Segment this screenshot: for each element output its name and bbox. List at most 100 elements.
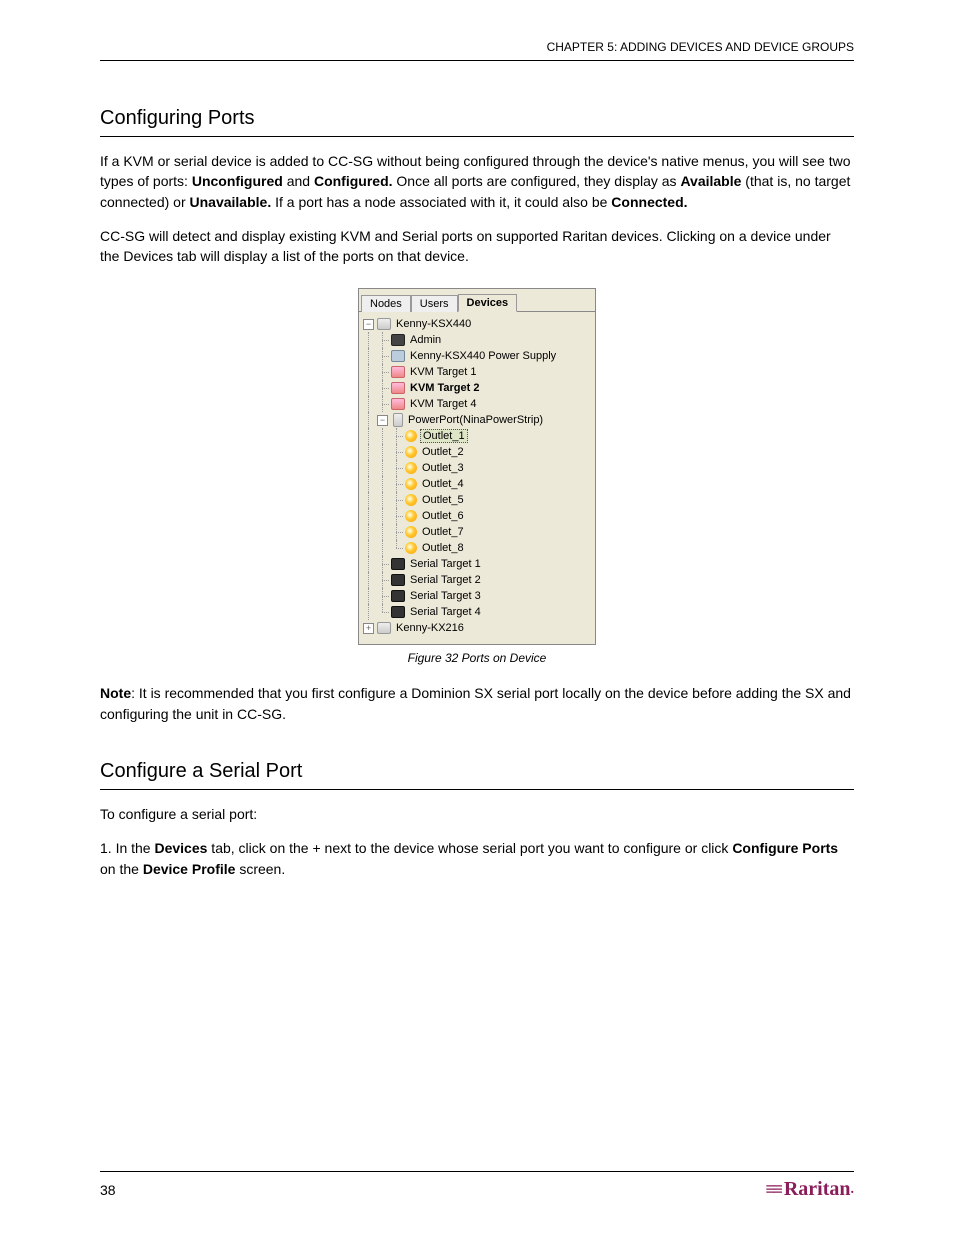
text-bold: Available bbox=[680, 173, 741, 189]
serial-icon bbox=[391, 590, 405, 602]
tree-label: KVM Target 4 bbox=[408, 398, 476, 410]
serial-icon bbox=[391, 558, 405, 570]
tab-bar: Nodes Users Devices bbox=[359, 289, 595, 312]
expand-icon[interactable]: + bbox=[363, 623, 374, 634]
device-tree: − Kenny-KSX440 Admin Kenny-KSX440 Power … bbox=[359, 312, 595, 644]
tree-label: Serial Target 4 bbox=[408, 606, 481, 618]
text-bold: Devices bbox=[154, 840, 207, 856]
outlet-icon bbox=[405, 446, 417, 458]
text: 1. In the bbox=[100, 840, 154, 856]
tree-item-outlet[interactable]: Outlet_5 bbox=[363, 492, 591, 508]
paragraph-3: Note: It is recommended that you first c… bbox=[100, 683, 854, 724]
logo-dot: . bbox=[851, 1182, 855, 1198]
text-bold: Device Profile bbox=[143, 861, 236, 877]
device-icon bbox=[377, 622, 391, 634]
text: screen. bbox=[235, 861, 285, 877]
kvm-icon bbox=[391, 398, 405, 410]
tree-item-power-supply[interactable]: Kenny-KSX440 Power Supply bbox=[363, 348, 591, 364]
tree-item-kvm-target[interactable]: KVM Target 2 bbox=[363, 380, 591, 396]
kvm-icon bbox=[391, 382, 405, 394]
tree-label: Kenny-KSX440 bbox=[394, 318, 471, 330]
tree-item-powerport[interactable]: − PowerPort(NinaPowerStrip) bbox=[363, 412, 591, 428]
text: Once all ports are configured, they disp… bbox=[393, 173, 681, 189]
power-supply-icon bbox=[391, 350, 405, 362]
outlet-icon bbox=[405, 478, 417, 490]
tree-label: Serial Target 1 bbox=[408, 558, 481, 570]
text: tab, click on the + next to the device w… bbox=[207, 840, 732, 856]
text: If a port has a node associated with it,… bbox=[271, 194, 611, 210]
tree-item-device[interactable]: − Kenny-KSX440 bbox=[363, 316, 591, 332]
intro-line: To configure a serial port: bbox=[100, 804, 854, 824]
tree-item-outlet[interactable]: Outlet_2 bbox=[363, 444, 591, 460]
text-bold: Configure Ports bbox=[732, 840, 838, 856]
tree-label: Kenny-KX216 bbox=[394, 622, 464, 634]
tree-item-serial-target[interactable]: Serial Target 3 bbox=[363, 588, 591, 604]
tree-label: Outlet_6 bbox=[420, 510, 464, 522]
tree-label: Serial Target 3 bbox=[408, 590, 481, 602]
tree-label-selected: Outlet_1 bbox=[420, 429, 468, 443]
section-title-configuring-ports: Configuring Ports bbox=[100, 107, 854, 130]
tree-label: Outlet_2 bbox=[420, 446, 464, 458]
tab-users[interactable]: Users bbox=[411, 295, 458, 312]
device-icon bbox=[377, 318, 391, 330]
tree-label: Serial Target 2 bbox=[408, 574, 481, 586]
tree-label: Kenny-KSX440 Power Supply bbox=[408, 350, 556, 362]
raritan-logo: ≡≡ Raritan. bbox=[765, 1178, 854, 1201]
tab-devices[interactable]: Devices bbox=[458, 294, 518, 312]
outlet-icon bbox=[405, 542, 417, 554]
tree-label: Outlet_3 bbox=[420, 462, 464, 474]
tree-item-admin[interactable]: Admin bbox=[363, 332, 591, 348]
serial-icon bbox=[391, 574, 405, 586]
page-number: 38 bbox=[100, 1182, 116, 1198]
section-rule bbox=[100, 789, 854, 790]
tree-label: KVM Target 1 bbox=[408, 366, 476, 378]
tree-item-device[interactable]: + Kenny-KX216 bbox=[363, 620, 591, 636]
tree-item-outlet[interactable]: Outlet_1 bbox=[363, 428, 591, 444]
kvm-icon bbox=[391, 366, 405, 378]
text: and bbox=[283, 173, 314, 189]
outlet-icon bbox=[405, 494, 417, 506]
tree-item-outlet[interactable]: Outlet_6 bbox=[363, 508, 591, 524]
text: : It is recommended that you first confi… bbox=[100, 685, 851, 721]
text: on the bbox=[100, 861, 143, 877]
tree-item-serial-target[interactable]: Serial Target 1 bbox=[363, 556, 591, 572]
tree-item-serial-target[interactable]: Serial Target 2 bbox=[363, 572, 591, 588]
tree-label: Outlet_7 bbox=[420, 526, 464, 538]
text-bold: Note bbox=[100, 685, 131, 701]
paragraph-1: If a KVM or serial device is added to CC… bbox=[100, 151, 854, 212]
paragraph-2: CC-SG will detect and display existing K… bbox=[100, 226, 854, 267]
collapse-icon[interactable]: − bbox=[363, 319, 374, 330]
tree-label: PowerPort(NinaPowerStrip) bbox=[406, 414, 543, 426]
text-bold: Unconfigured bbox=[192, 173, 283, 189]
tree-item-outlet[interactable]: Outlet_8 bbox=[363, 540, 591, 556]
header-rule bbox=[100, 60, 854, 61]
tree-label: KVM Target 2 bbox=[408, 382, 479, 394]
admin-icon bbox=[391, 334, 405, 346]
text-bold: Unavailable. bbox=[190, 194, 272, 210]
tree-label: Outlet_4 bbox=[420, 478, 464, 490]
tree-item-outlet[interactable]: Outlet_3 bbox=[363, 460, 591, 476]
collapse-icon[interactable]: − bbox=[377, 415, 388, 426]
figure-caption: Figure 32 Ports on Device bbox=[358, 651, 596, 665]
text-bold: Connected. bbox=[611, 194, 687, 210]
tree-label: Outlet_8 bbox=[420, 542, 464, 554]
logo-mark-icon: ≡≡ bbox=[765, 1179, 780, 1200]
page-footer: 38 ≡≡ Raritan. bbox=[100, 1163, 854, 1201]
footer-rule bbox=[100, 1171, 854, 1172]
section-title-configure-serial-port: Configure a Serial Port bbox=[100, 760, 854, 783]
tree-item-kvm-target[interactable]: KVM Target 4 bbox=[363, 396, 591, 412]
tree-item-kvm-target[interactable]: KVM Target 1 bbox=[363, 364, 591, 380]
tab-nodes[interactable]: Nodes bbox=[361, 295, 411, 312]
outlet-icon bbox=[405, 526, 417, 538]
tree-label: Outlet_5 bbox=[420, 494, 464, 506]
outlet-icon bbox=[405, 430, 417, 442]
tree-item-outlet[interactable]: Outlet_7 bbox=[363, 524, 591, 540]
tree-label: Admin bbox=[408, 334, 441, 346]
power-strip-icon bbox=[393, 413, 403, 427]
chapter-header: CHAPTER 5: ADDING DEVICES AND DEVICE GRO… bbox=[100, 40, 854, 54]
devices-tree-screenshot: Nodes Users Devices − Kenny-KSX440 Admin bbox=[358, 288, 596, 645]
tree-item-outlet[interactable]: Outlet_4 bbox=[363, 476, 591, 492]
tree-item-serial-target[interactable]: Serial Target 4 bbox=[363, 604, 591, 620]
logo-text: Raritan bbox=[784, 1178, 851, 1201]
outlet-icon bbox=[405, 510, 417, 522]
